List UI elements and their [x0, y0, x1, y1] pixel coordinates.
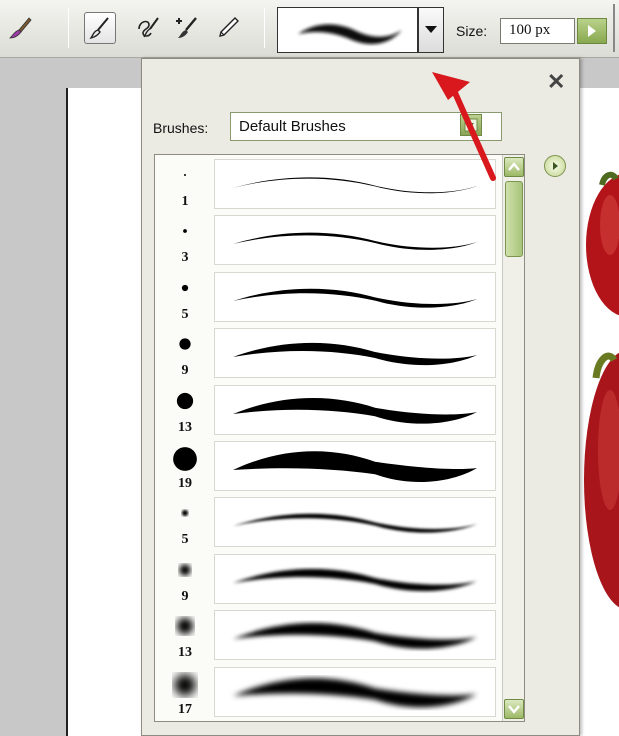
brush-row[interactable]: 9 [158, 326, 500, 380]
brush-size-label: 17 [178, 701, 192, 717]
brush-stroke-preview [214, 384, 496, 435]
brush-size-label: 5 [181, 306, 189, 322]
brush-tip-thumbnail: 9 [158, 326, 212, 380]
brush-row[interactable]: 13 [158, 383, 500, 437]
close-icon[interactable]: ✕ [547, 71, 565, 93]
menu-arrow-icon [553, 162, 558, 170]
brush-preview[interactable] [277, 7, 418, 53]
brush-row[interactable]: 5 [158, 270, 500, 324]
brush-stroke-preview [214, 666, 496, 717]
size-slider-button[interactable] [577, 18, 607, 44]
brush-tip-thumbnail: 9 [158, 552, 212, 606]
brush-stroke-preview [214, 215, 496, 266]
brush-size-label: 3 [181, 250, 189, 266]
options-bar: Size: 100 px [0, 0, 619, 58]
pencil-icon[interactable] [212, 12, 244, 44]
brush-tip-thumbnail: 3 [158, 213, 212, 267]
brush-picker-dropdown-button[interactable] [418, 7, 444, 53]
brush-tip-thumbnail: 13 [158, 383, 212, 437]
brushes-label: Brushes: [153, 120, 209, 136]
chevron-down-icon [508, 705, 520, 714]
stroke-shape-icon [233, 677, 477, 707]
apple-image [586, 171, 619, 316]
brush-list-scrollbar[interactable] [502, 155, 524, 721]
brush-stroke-preview [214, 497, 496, 548]
brush-size-label: 1 [181, 194, 189, 209]
brush-row[interactable]: 3 [158, 213, 500, 267]
brush-preview-stroke-icon [298, 24, 402, 45]
scroll-thumb[interactable] [505, 181, 523, 257]
stroke-shape-icon [233, 397, 477, 424]
brush-tip-thumbnail: 5 [158, 495, 212, 549]
brush-stroke-preview [214, 553, 496, 604]
stroke-shape-icon [233, 233, 477, 251]
brush-size-label: 13 [178, 645, 192, 661]
stroke-shape-icon [233, 623, 477, 649]
brush-row[interactable]: 9 [158, 552, 500, 606]
stroke-shape-icon [233, 568, 477, 591]
brush-stroke-preview [214, 271, 496, 322]
triangle-down-icon [425, 26, 437, 33]
brush-row[interactable]: 1 [158, 157, 500, 211]
brush-tip-thumbnail: 5 [158, 270, 212, 324]
stroke-shape-icon [233, 451, 477, 483]
brush-tip-thumbnail: 1 [158, 157, 212, 211]
brush-row[interactable]: 17 [158, 665, 500, 719]
brush-size-label: 19 [178, 476, 192, 491]
brush-row[interactable]: 19 [158, 439, 500, 493]
brush-row[interactable]: 5 [158, 495, 500, 549]
chevron-down-icon [464, 118, 478, 132]
color-replacement-icon[interactable] [170, 12, 202, 44]
brush-size-label: 5 [181, 532, 189, 548]
chevron-up-icon [508, 162, 520, 171]
brush-stroke-preview [214, 328, 496, 379]
brush-size-label: 9 [181, 588, 189, 604]
size-input[interactable]: 100 px [500, 18, 575, 44]
brush-tool-icon[interactable] [4, 12, 36, 44]
impressionist-brush-icon[interactable] [132, 12, 164, 44]
stroke-shape-icon [233, 514, 477, 534]
stroke-shape-icon [233, 177, 477, 194]
brush-stroke-preview [214, 159, 496, 209]
scroll-down-button[interactable] [504, 699, 524, 719]
brush-size-label: 13 [178, 419, 192, 435]
size-label: Size: [456, 23, 488, 39]
stroke-shape-icon [233, 288, 477, 308]
stroke-shape-icon [233, 343, 477, 366]
triangle-right-icon [588, 25, 596, 37]
brush-stroke-preview [214, 441, 496, 491]
brush-tip-thumbnail: 13 [158, 608, 212, 662]
brush-tip-thumbnail: 19 [158, 439, 212, 493]
panel-menu-button[interactable] [544, 155, 566, 177]
brush-picker-panel: ✕ Brushes: Default Brushes 1 3 5 9 13 19 5 9 13 1… [141, 58, 580, 736]
brush-icon[interactable] [84, 12, 116, 44]
scroll-up-button[interactable] [504, 157, 524, 177]
brush-stroke-preview [214, 610, 496, 661]
brush-row[interactable]: 13 [158, 608, 500, 662]
brush-tip-thumbnail: 17 [158, 665, 212, 719]
brush-size-label: 9 [181, 363, 189, 379]
apple-image-2 [584, 352, 619, 608]
brush-set-dropdown-button[interactable] [460, 114, 482, 136]
brush-list: 1 3 5 9 13 19 5 9 13 17 [154, 154, 525, 722]
